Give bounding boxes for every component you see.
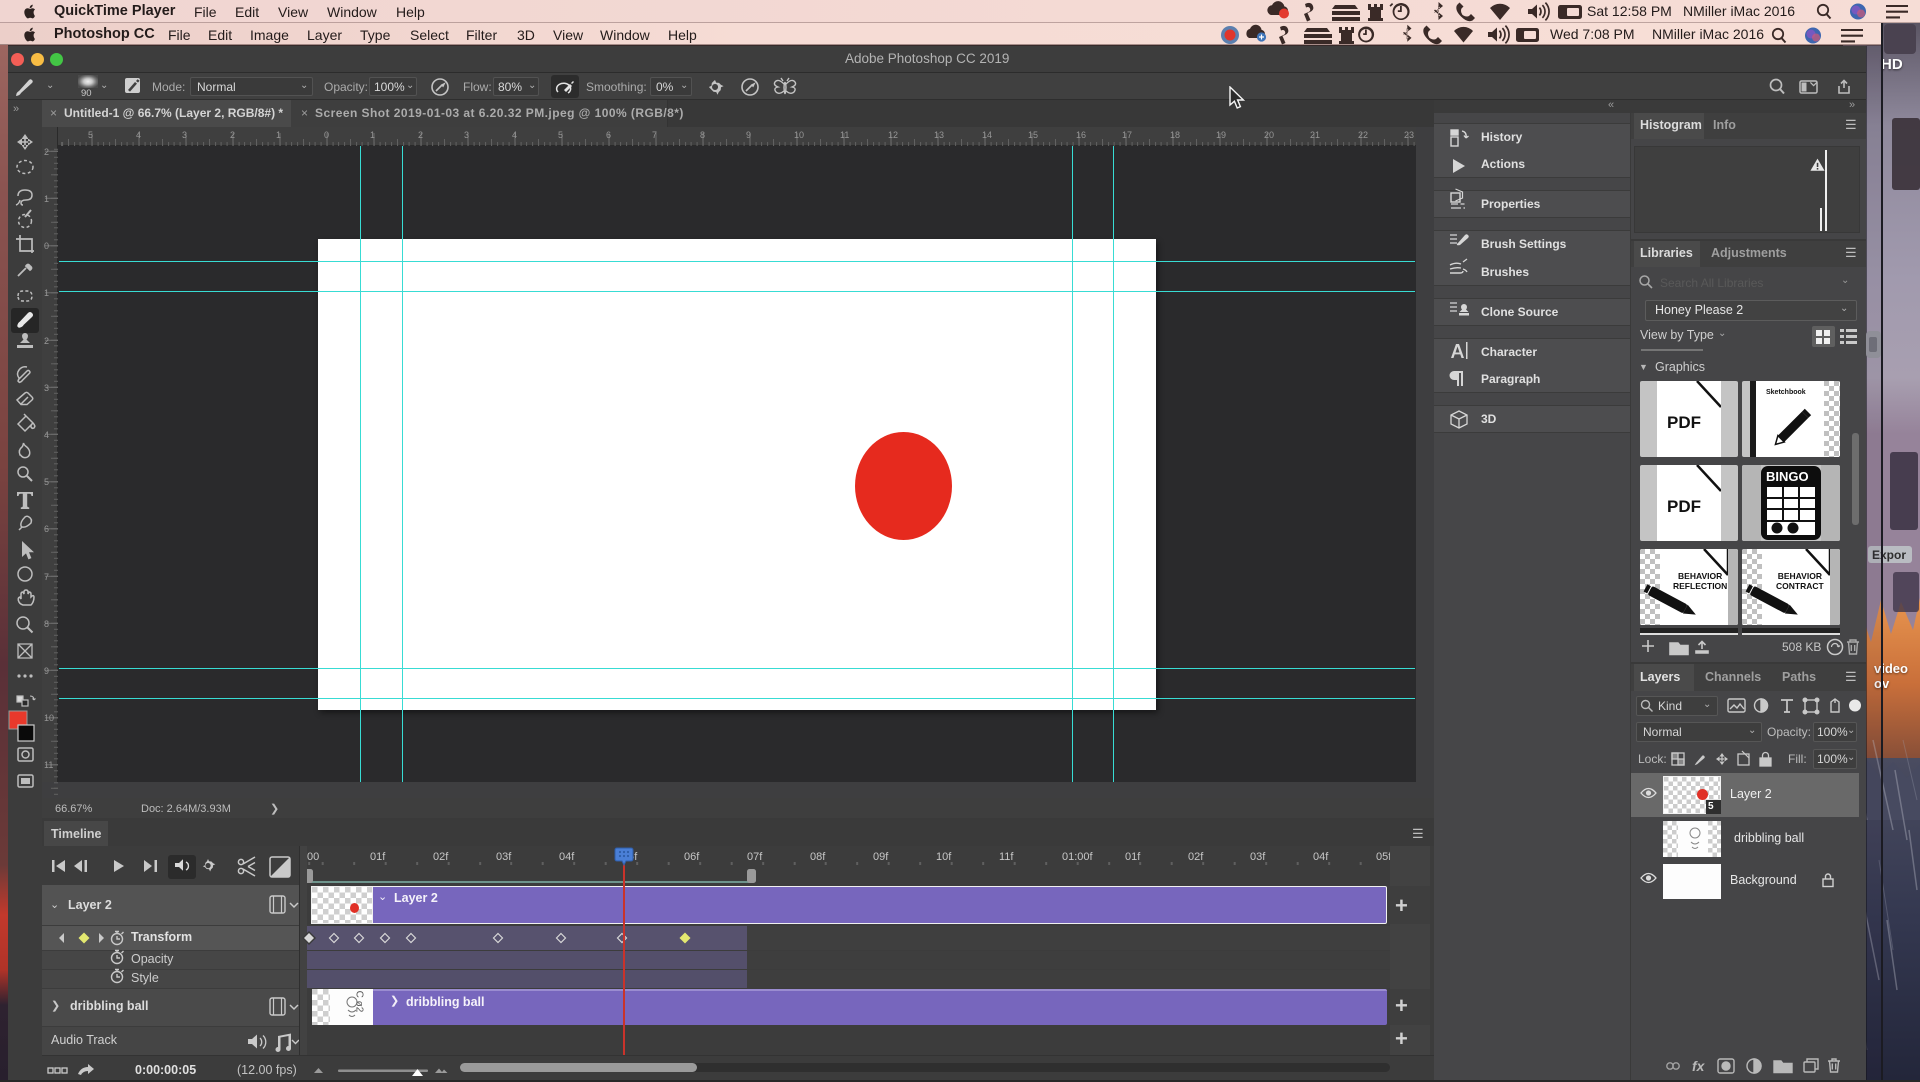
svg-text:fx: fx	[1692, 1058, 1706, 1074]
